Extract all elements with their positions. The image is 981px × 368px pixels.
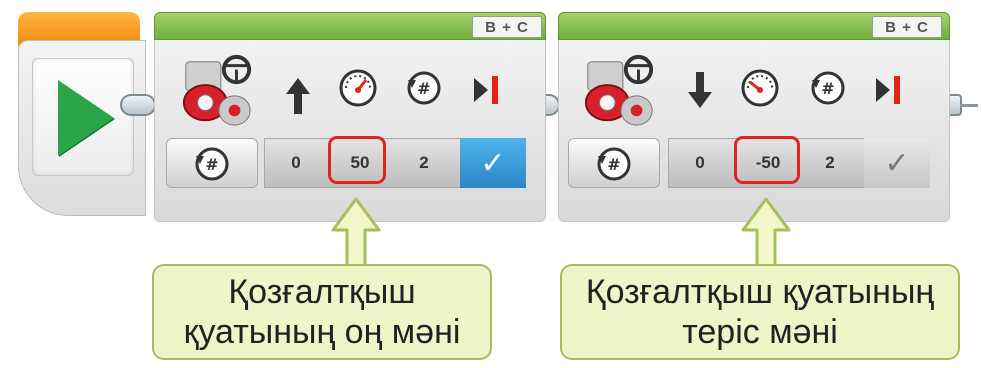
steering-left-value[interactable]: 0 xyxy=(266,140,326,186)
svg-text:#: # xyxy=(205,155,218,174)
highlight-ring xyxy=(328,136,386,184)
ports-selector-1[interactable]: B + C xyxy=(472,16,542,38)
svg-text:#: # xyxy=(607,155,620,174)
callout-line-2: қуатының оң мәні xyxy=(183,313,461,351)
tank-motor-icon xyxy=(182,54,252,126)
arrow-down-icon xyxy=(688,72,712,108)
arrow-up-icon xyxy=(286,78,310,114)
play-icon[interactable] xyxy=(58,80,114,156)
arrow-up-outline-icon xyxy=(741,197,791,268)
brake-at-end-icon xyxy=(876,76,900,104)
callout-negative-power: Қозғалтқыш қуатының теріс мәні xyxy=(560,264,960,360)
arrow-up-outline-icon xyxy=(331,197,381,268)
rotations-value[interactable]: 2 xyxy=(394,140,454,186)
steering-left-value[interactable]: 0 xyxy=(670,140,730,186)
sequence-wire xyxy=(960,104,978,107)
rotations-icon: # xyxy=(195,147,229,181)
callout-line-1: Қозғалтқыш xyxy=(228,273,416,311)
rotations-icon: # xyxy=(597,147,631,181)
speedometer-icon xyxy=(741,69,779,107)
brake-checkbox[interactable]: ✓ xyxy=(460,138,526,188)
rotations-icon: # xyxy=(407,71,441,105)
rotations-icon: # xyxy=(811,71,845,105)
callout-positive-power: Қозғалтқыш қуатының оң мәні xyxy=(152,264,492,360)
callout-line-2: теріс мәні xyxy=(682,313,838,351)
highlight-ring xyxy=(734,136,800,184)
ports-selector-2[interactable]: B + C xyxy=(872,16,942,38)
svg-text:#: # xyxy=(821,79,834,98)
callout-line-1: Қозғалтқыш қуатының xyxy=(585,273,935,311)
brake-checkbox[interactable]: ✓ xyxy=(864,138,930,188)
tank-motor-icon xyxy=(584,54,654,126)
speedometer-icon xyxy=(339,69,377,107)
svg-text:#: # xyxy=(417,79,430,98)
rotations-value[interactable]: 2 xyxy=(800,140,860,186)
brake-at-end-icon xyxy=(474,76,498,104)
sequence-connector[interactable] xyxy=(120,94,156,116)
